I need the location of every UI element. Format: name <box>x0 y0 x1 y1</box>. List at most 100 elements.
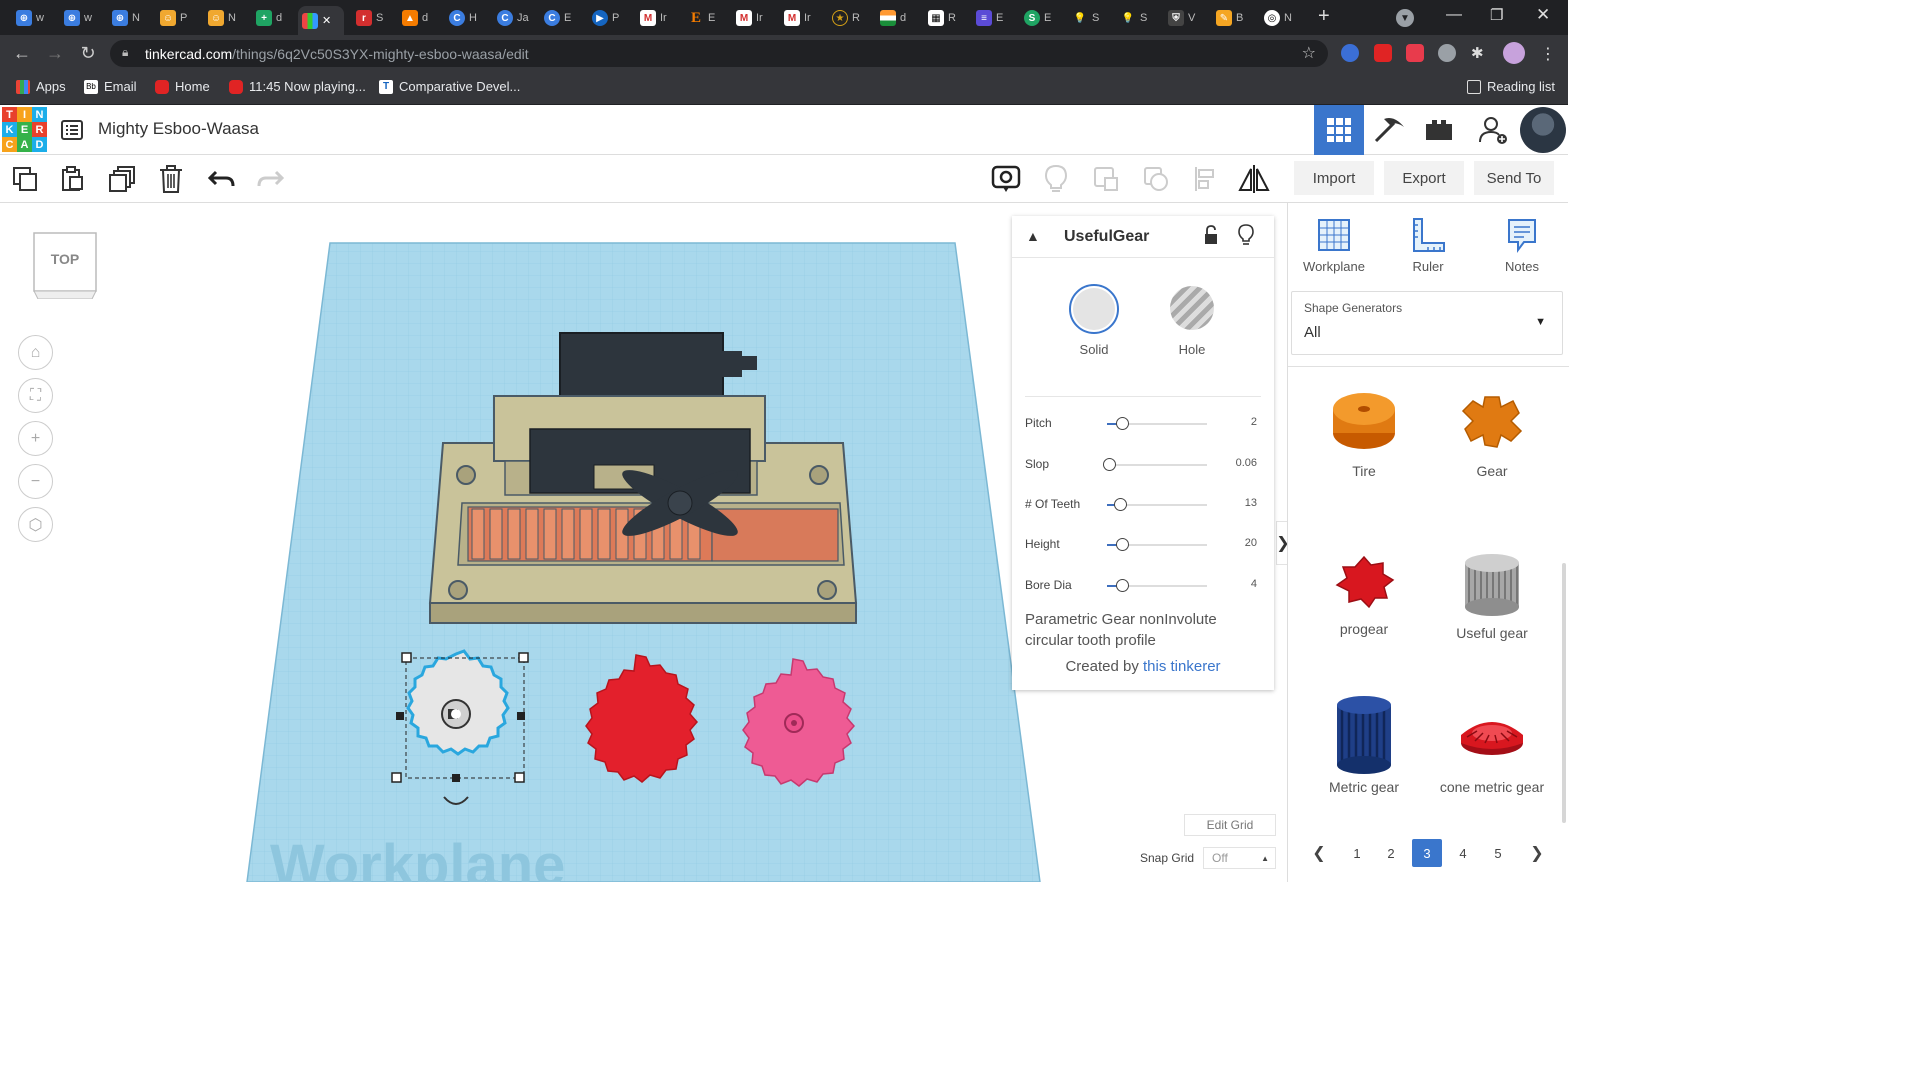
browser-tab[interactable]: 💡 S <box>1068 6 1100 30</box>
lightbulb-icon[interactable] <box>1238 224 1254 246</box>
shape-name[interactable]: UsefulGear <box>1064 228 1149 246</box>
fit-view-button[interactable]: ⛶ <box>18 378 53 413</box>
slider-track[interactable] <box>1107 464 1207 466</box>
new-tab-button[interactable]: + <box>1314 4 1330 28</box>
param-value[interactable]: 0.06 <box>1236 457 1257 469</box>
workplane-tool[interactable]: Workplane <box>1294 217 1374 274</box>
duplicate-button[interactable] <box>106 163 138 195</box>
omnibox[interactable]: 🔒︎ tinkercad.com/things/6q2Vc50S3YX-migh… <box>110 40 1328 67</box>
browser-tab[interactable]: M Ir <box>636 6 667 30</box>
shape-tire[interactable]: Tire <box>1300 389 1428 539</box>
bookmark-comparative[interactable]: T Comparative Devel... <box>379 79 520 94</box>
import-button[interactable]: Import <box>1294 161 1374 195</box>
browser-tab[interactable]: ★ R <box>828 6 860 30</box>
shape-metric-gear[interactable]: Metric gear <box>1300 691 1428 841</box>
browser-tab[interactable]: ▦ R <box>924 6 956 30</box>
param-value[interactable]: 4 <box>1251 578 1257 590</box>
forward-icon[interactable]: → <box>43 41 67 65</box>
design-list-icon[interactable] <box>60 118 84 142</box>
author-link[interactable]: this tinkerer <box>1143 658 1221 675</box>
browser-tab[interactable]: SE <box>1020 6 1051 30</box>
home-view-button[interactable]: ⌂ <box>18 335 53 370</box>
slider-knob[interactable] <box>1102 458 1116 471</box>
blocks-view-button[interactable] <box>1364 105 1414 155</box>
browser-tab[interactable]: ⊕ N <box>108 6 140 30</box>
minimize-icon[interactable]: — <box>1446 6 1462 24</box>
browser-tab[interactable]: M Ir <box>780 6 811 30</box>
reload-icon[interactable]: ↻ <box>76 41 100 65</box>
view-cube[interactable]: TOP <box>32 231 98 300</box>
export-button[interactable]: Export <box>1384 161 1464 195</box>
browser-tab[interactable]: ◎ N <box>1260 6 1292 30</box>
puzzle-icon[interactable]: ✱ <box>1471 44 1489 62</box>
collapse-panel-button[interactable]: ❯ <box>1276 521 1287 565</box>
browser-tab-active[interactable]: ✕ <box>298 6 344 35</box>
ortho-view-button[interactable]: ⬡ <box>18 507 53 542</box>
next-page-button[interactable]: ❯ <box>1522 839 1552 867</box>
add-user-button[interactable] <box>1468 105 1518 155</box>
send-to-button[interactable]: Send To <box>1474 161 1554 195</box>
prev-page-button[interactable]: ❮ <box>1304 839 1334 867</box>
align-button[interactable] <box>1190 163 1222 195</box>
browser-tab[interactable]: d <box>876 6 906 30</box>
browser-tab[interactable]: ⊕ w <box>60 6 92 30</box>
paste-button[interactable] <box>56 163 88 195</box>
url-text[interactable]: tinkercad.com/things/6q2Vc50S3YX-mighty-… <box>145 46 529 62</box>
bookmark-email[interactable]: Bb Email <box>84 79 137 94</box>
tab-search-icon[interactable]: ▼ <box>1396 9 1414 27</box>
page-4[interactable]: 4 <box>1448 839 1478 867</box>
bookmark-home[interactable]: Home <box>155 79 210 94</box>
browser-tab[interactable]: ✎ B <box>1212 6 1243 30</box>
notes-tool[interactable]: Notes <box>1482 217 1562 274</box>
browser-tab[interactable]: + d <box>252 6 282 30</box>
browser-tab[interactable]: ▲ d <box>398 6 428 30</box>
snap-grid-select[interactable]: Off ▲ <box>1203 847 1276 869</box>
undo-button[interactable] <box>206 163 238 195</box>
kebab-menu-icon[interactable]: ⋮ <box>1540 44 1558 63</box>
solid-option[interactable] <box>1069 284 1119 334</box>
mirror-button[interactable] <box>1238 163 1270 195</box>
shape-useful-gear[interactable]: Useful gear <box>1428 547 1556 697</box>
browser-tab[interactable]: ☺ N <box>204 6 236 30</box>
ungroup-button[interactable] <box>1140 163 1172 195</box>
browser-tab[interactable]: M Ir <box>732 6 763 30</box>
hole-option[interactable] <box>1170 286 1214 330</box>
user-avatar[interactable] <box>1520 107 1566 153</box>
tinkercad-logo[interactable]: T I N K E R C A D <box>2 107 47 152</box>
extension-icon[interactable] <box>1438 44 1456 62</box>
copy-button[interactable] <box>9 163 41 195</box>
show-all-button[interactable] <box>1040 163 1072 195</box>
zoom-in-button[interactable]: + <box>18 421 53 456</box>
bookmark-apps[interactable]: Apps <box>16 79 66 94</box>
browser-tab[interactable]: ⛨ V <box>1164 6 1195 30</box>
browser-tab[interactable]: ☺ P <box>156 6 187 30</box>
browser-tab[interactable]: ▶ P <box>588 6 619 30</box>
design-title[interactable]: Mighty Esboo-Waasa <box>98 119 259 139</box>
edit-grid-button[interactable]: Edit Grid <box>1184 814 1276 836</box>
browser-tab[interactable]: EE <box>684 6 715 30</box>
tab-close-icon[interactable]: ✕ <box>322 14 331 27</box>
browser-tab[interactable]: rS <box>352 6 383 30</box>
param-value[interactable]: 13 <box>1245 497 1257 509</box>
page-1[interactable]: 1 <box>1342 839 1372 867</box>
close-window-icon[interactable]: ✕ <box>1536 5 1550 25</box>
redo-button[interactable] <box>254 163 286 195</box>
reading-list-button[interactable]: Reading list <box>1467 79 1555 94</box>
slider-knob[interactable] <box>1115 417 1129 430</box>
page-5[interactable]: 5 <box>1483 839 1513 867</box>
panel-scrollbar[interactable] <box>1562 563 1566 823</box>
zoom-out-button[interactable]: − <box>18 464 53 499</box>
group-button[interactable] <box>1090 163 1122 195</box>
param-value[interactable]: 20 <box>1245 537 1257 549</box>
shape-progear[interactable]: progear <box>1300 547 1428 697</box>
view-notes-button[interactable] <box>990 163 1022 195</box>
extension-icon[interactable] <box>1374 44 1392 62</box>
shape-cone-metric-gear[interactable]: cone metric gear <box>1428 691 1556 841</box>
browser-tab[interactable]: CE <box>540 6 571 30</box>
bookmark-star-icon[interactable]: ☆ <box>1302 43 1316 63</box>
slider-knob[interactable] <box>1115 538 1129 551</box>
3d-design-view-button[interactable] <box>1314 105 1364 155</box>
slider-knob[interactable] <box>1113 498 1127 511</box>
collapse-inspector-icon[interactable]: ▲ <box>1026 228 1042 244</box>
browser-tab[interactable]: 💡 S <box>1116 6 1148 30</box>
